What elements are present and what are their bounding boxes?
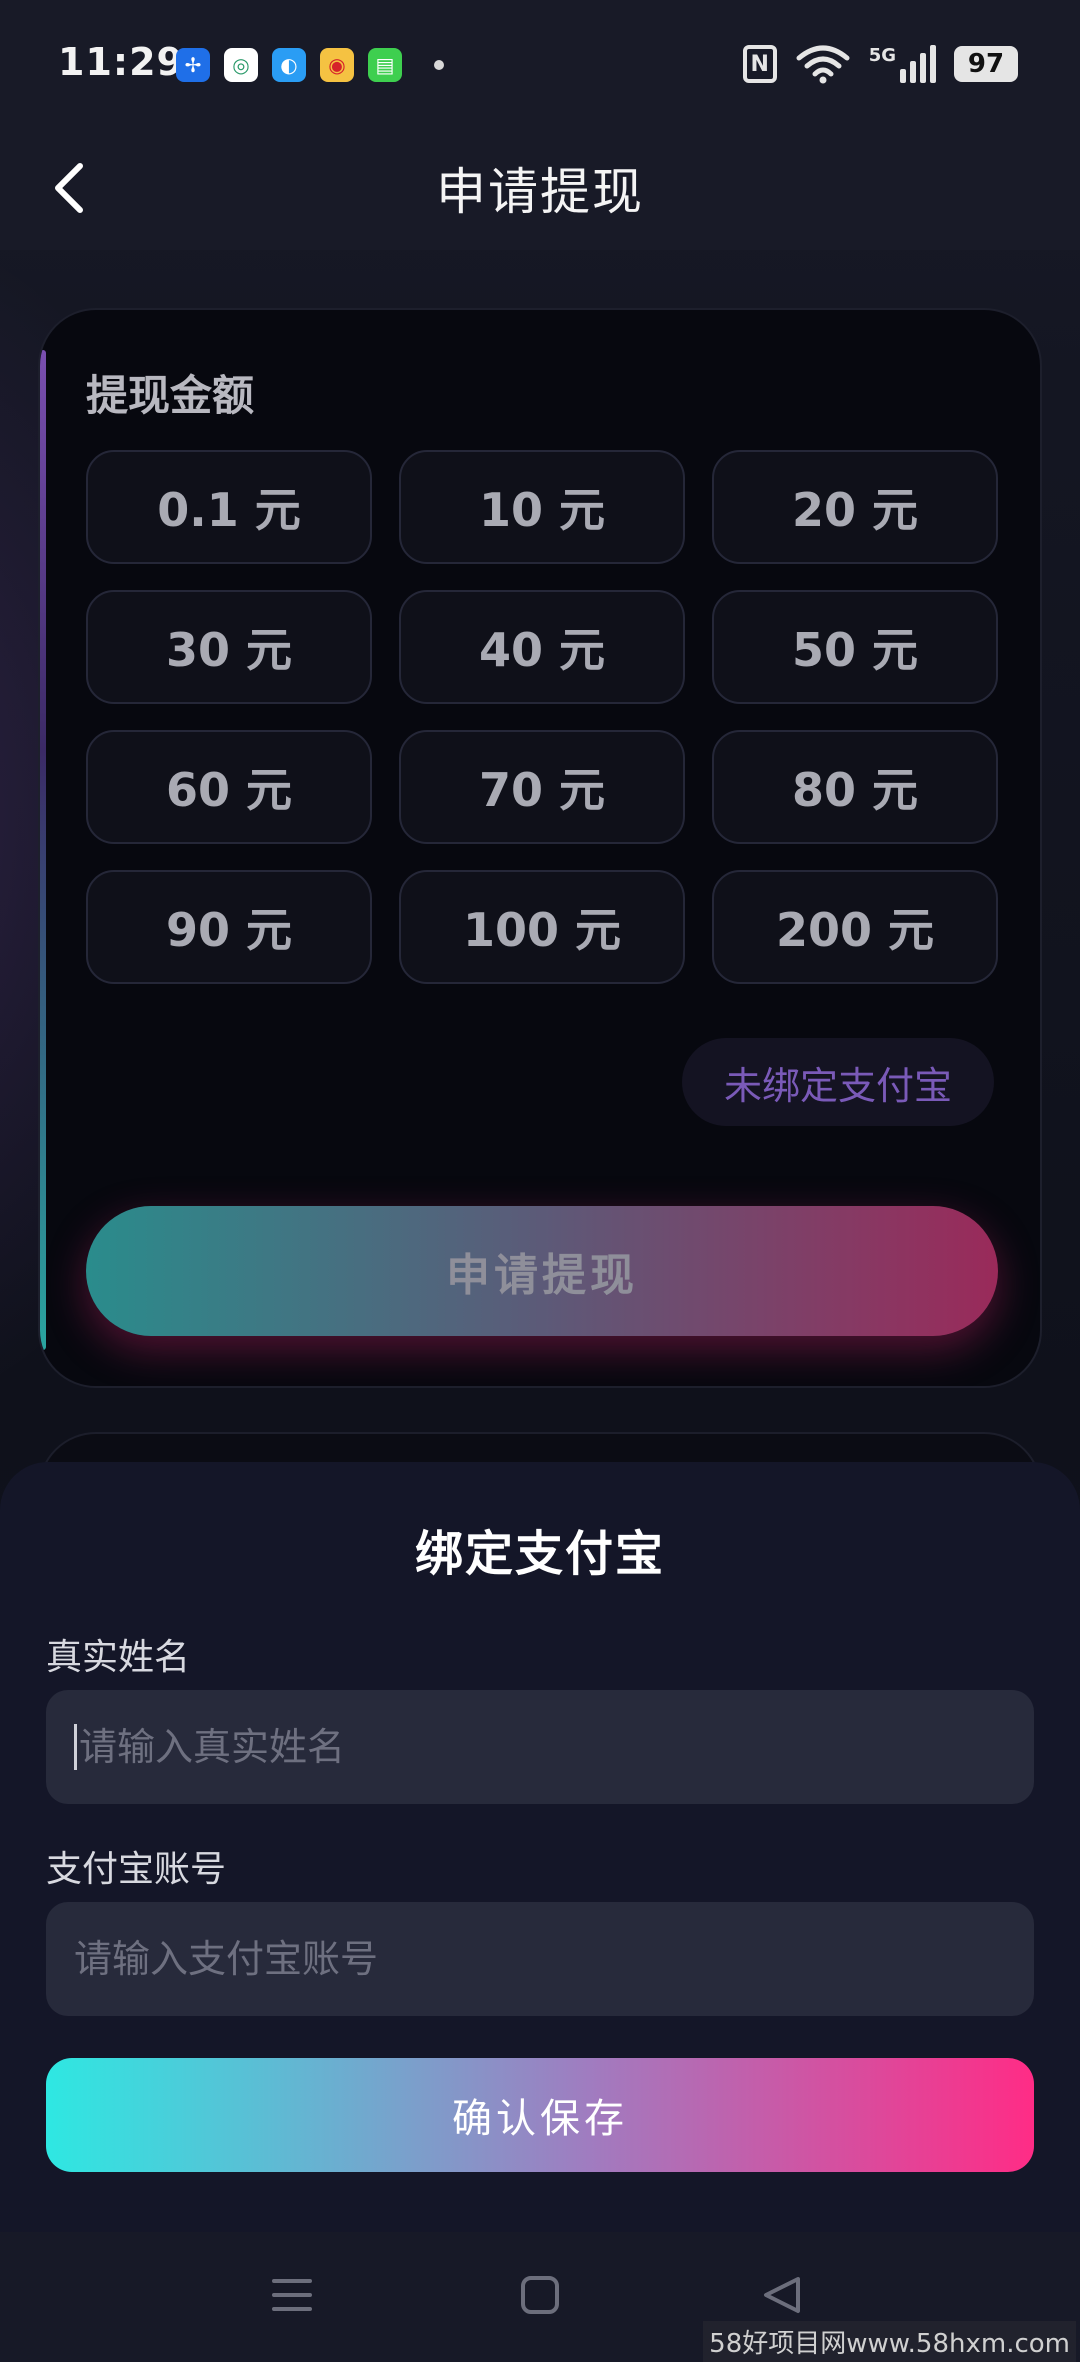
amount-option[interactable]: 50 元 bbox=[712, 590, 998, 704]
withdraw-amount-card: 提现金额 0.1 元 10 元 20 元 30 元 40 元 50 元 60 元… bbox=[38, 308, 1042, 1388]
notification-icons: ✢ ◎ ◐ ◉ ▤ bbox=[176, 48, 444, 82]
amount-option[interactable]: 80 元 bbox=[712, 730, 998, 844]
card-accent-edge bbox=[40, 350, 46, 1350]
amount-option[interactable]: 70 元 bbox=[399, 730, 685, 844]
real-name-field[interactable] bbox=[46, 1690, 1034, 1804]
amount-option[interactable]: 20 元 bbox=[712, 450, 998, 564]
real-name-label: 真实姓名 bbox=[46, 1637, 191, 1678]
amount-option[interactable]: 100 元 bbox=[399, 870, 685, 984]
weibo-app-icon: ◉ bbox=[320, 48, 354, 82]
message-app-icon: ▤ bbox=[368, 48, 402, 82]
home-square-icon bbox=[521, 2276, 559, 2314]
amount-option[interactable]: 10 元 bbox=[399, 450, 685, 564]
status-right: N 5G 97 bbox=[742, 44, 1018, 84]
amount-options-grid: 0.1 元 10 元 20 元 30 元 40 元 50 元 60 元 70 元… bbox=[86, 450, 998, 984]
real-name-input[interactable] bbox=[79, 1725, 1034, 1769]
app-header: 申请提现 bbox=[0, 130, 1080, 250]
nfc-icon: N bbox=[742, 45, 777, 83]
menu-nav-button[interactable] bbox=[252, 2260, 332, 2330]
confirm-save-button[interactable]: 确认保存 bbox=[46, 2058, 1034, 2172]
home-nav-button[interactable] bbox=[500, 2260, 580, 2330]
amount-option[interactable]: 90 元 bbox=[86, 870, 372, 984]
screen: 11:29 ✢ ◎ ◐ ◉ ▤ N 5G 97 申请提现 提现金额 0.1 元 … bbox=[0, 0, 1080, 2362]
battery-indicator: 97 bbox=[954, 46, 1018, 82]
unbound-alipay-badge[interactable]: 未绑定支付宝 bbox=[681, 1038, 994, 1126]
apply-withdraw-button[interactable]: 申请提现 bbox=[86, 1206, 998, 1336]
amount-option[interactable]: 60 元 bbox=[86, 730, 372, 844]
network-type: 5G bbox=[868, 45, 896, 66]
more-notifications-dot bbox=[434, 60, 444, 70]
amount-option[interactable]: 30 元 bbox=[86, 590, 372, 704]
withdraw-amount-title: 提现金额 bbox=[86, 371, 255, 420]
sheet-title: 绑定支付宝 bbox=[414, 1526, 665, 1582]
system-nav-bar: 58好项目网www.58hxm.com bbox=[0, 2232, 1080, 2362]
status-time: 11:29 bbox=[58, 40, 184, 84]
page-title: 申请提现 bbox=[436, 163, 644, 221]
fan-app-icon: ✢ bbox=[176, 48, 210, 82]
amount-option[interactable]: 0.1 元 bbox=[86, 450, 372, 564]
back-nav-button[interactable] bbox=[742, 2260, 822, 2330]
wifi-icon bbox=[796, 45, 850, 84]
back-triangle-icon bbox=[764, 2277, 800, 2313]
menu-icon bbox=[272, 2279, 312, 2311]
bind-alipay-sheet: 绑定支付宝 真实姓名 支付宝账号 确认保存 bbox=[0, 1462, 1080, 2232]
alipay-account-input[interactable] bbox=[74, 1937, 1034, 1981]
alipay-account-field[interactable] bbox=[46, 1902, 1034, 2016]
status-bar: 11:29 ✢ ◎ ◐ ◉ ▤ N 5G 97 bbox=[0, 0, 1080, 130]
mobile-carrier-app-icon: ◎ bbox=[224, 48, 258, 82]
cellular-signal-icon: 5G bbox=[869, 45, 936, 83]
alipay-account-label: 支付宝账号 bbox=[46, 1849, 227, 1890]
text-caret bbox=[74, 1724, 77, 1770]
amount-option[interactable]: 200 元 bbox=[712, 870, 998, 984]
watermark: 58好项目网www.58hxm.com bbox=[703, 2321, 1076, 2362]
cloud-app-icon: ◐ bbox=[272, 48, 306, 82]
amount-option[interactable]: 40 元 bbox=[399, 590, 685, 704]
